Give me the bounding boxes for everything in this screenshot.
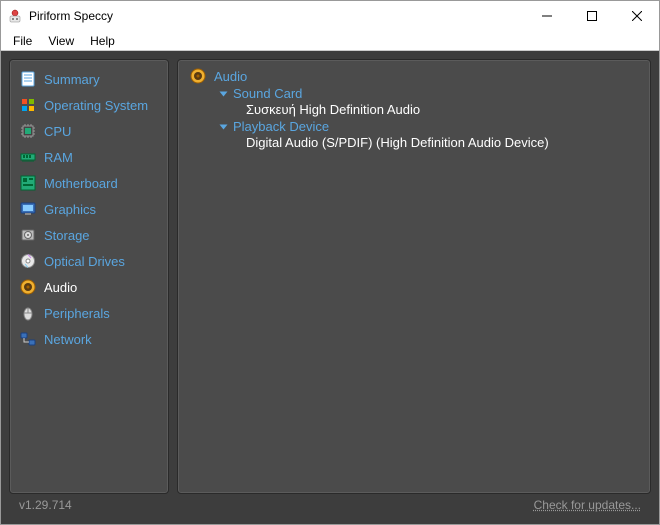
sidebar-item-label: Operating System bbox=[44, 98, 148, 113]
tree-heading-label: Sound Card bbox=[233, 86, 302, 101]
sidebar: Summary Operating System CPU RAM bbox=[9, 59, 169, 494]
optical-icon bbox=[20, 253, 36, 269]
sidebar-item-label: RAM bbox=[44, 150, 73, 165]
summary-icon bbox=[20, 71, 36, 87]
sidebar-item-label: Peripherals bbox=[44, 306, 110, 321]
sidebar-item-cpu[interactable]: CPU bbox=[16, 120, 162, 142]
tree-heading-sound-card[interactable]: Sound Card bbox=[222, 86, 638, 101]
window-title: Piriform Speccy bbox=[29, 9, 524, 23]
audio-icon bbox=[20, 279, 36, 295]
client-area: Summary Operating System CPU RAM bbox=[1, 51, 659, 524]
sidebar-item-label: Motherboard bbox=[44, 176, 118, 191]
sidebar-item-audio[interactable]: Audio bbox=[16, 276, 162, 298]
sidebar-item-label: Summary bbox=[44, 72, 100, 87]
version-label: v1.29.714 bbox=[19, 498, 72, 512]
ram-icon bbox=[20, 149, 36, 165]
sidebar-item-label: Graphics bbox=[44, 202, 96, 217]
storage-icon bbox=[20, 227, 36, 243]
sidebar-item-graphics[interactable]: Graphics bbox=[16, 198, 162, 220]
maximize-button[interactable] bbox=[569, 1, 614, 31]
windows-icon bbox=[20, 97, 36, 113]
content-panel: Audio Sound Card Συσκευή High Definition… bbox=[177, 59, 651, 494]
sidebar-item-optical[interactable]: Optical Drives bbox=[16, 250, 162, 272]
tree-heading-label: Playback Device bbox=[233, 119, 329, 134]
graphics-icon bbox=[20, 201, 36, 217]
tree-value: Συσκευή High Definition Audio bbox=[246, 102, 638, 117]
sidebar-item-label: Audio bbox=[44, 280, 77, 295]
sidebar-item-label: Optical Drives bbox=[44, 254, 125, 269]
menu-file[interactable]: File bbox=[5, 32, 40, 50]
sidebar-item-storage[interactable]: Storage bbox=[16, 224, 162, 246]
section-title: Audio bbox=[214, 69, 247, 84]
network-icon bbox=[20, 331, 36, 347]
sidebar-item-os[interactable]: Operating System bbox=[16, 94, 162, 116]
sidebar-item-label: Network bbox=[44, 332, 92, 347]
check-updates-link[interactable]: Check for updates... bbox=[534, 498, 641, 512]
app-icon bbox=[7, 8, 23, 24]
minimize-button[interactable] bbox=[524, 1, 569, 31]
menu-help[interactable]: Help bbox=[82, 32, 123, 50]
tree-heading-playback-device[interactable]: Playback Device bbox=[222, 119, 638, 134]
sidebar-item-ram[interactable]: RAM bbox=[16, 146, 162, 168]
tree-value: Digital Audio (S/PDIF) (High Definition … bbox=[246, 135, 638, 150]
menu-view[interactable]: View bbox=[40, 32, 82, 50]
sidebar-item-label: CPU bbox=[44, 124, 71, 139]
sidebar-item-peripherals[interactable]: Peripherals bbox=[16, 302, 162, 324]
section-header[interactable]: Audio bbox=[190, 68, 638, 84]
audio-icon bbox=[190, 68, 206, 84]
sidebar-item-motherboard[interactable]: Motherboard bbox=[16, 172, 162, 194]
sidebar-item-summary[interactable]: Summary bbox=[16, 68, 162, 90]
cpu-icon bbox=[20, 123, 36, 139]
sidebar-item-network[interactable]: Network bbox=[16, 328, 162, 350]
statusbar: v1.29.714 Check for updates... bbox=[9, 494, 651, 516]
motherboard-icon bbox=[20, 175, 36, 191]
titlebar: Piriform Speccy bbox=[1, 1, 659, 31]
menubar: File View Help bbox=[1, 31, 659, 51]
sidebar-item-label: Storage bbox=[44, 228, 90, 243]
close-button[interactable] bbox=[614, 1, 659, 31]
peripherals-icon bbox=[20, 305, 36, 321]
window-controls bbox=[524, 1, 659, 31]
